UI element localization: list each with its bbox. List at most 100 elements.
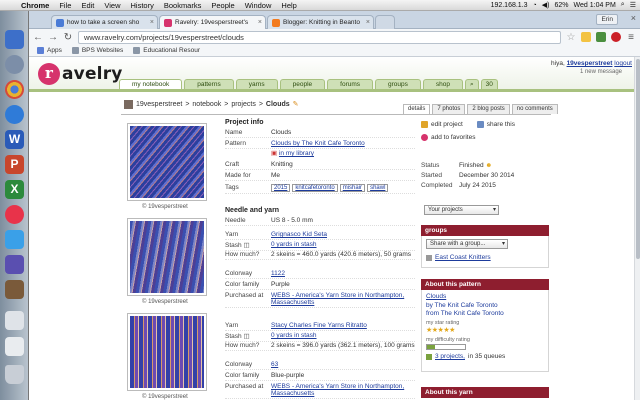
garageband-icon[interactable]: [5, 280, 24, 299]
clock[interactable]: Wed 1:04 PM: [574, 2, 616, 9]
menu-help[interactable]: Help: [276, 1, 301, 10]
volume-icon[interactable]: ◀): [542, 1, 550, 9]
bookmark-apps[interactable]: Apps: [37, 47, 62, 54]
back-icon[interactable]: ←: [33, 32, 43, 43]
library-link[interactable]: in my library: [279, 150, 314, 157]
safari-icon[interactable]: [5, 105, 24, 124]
reload-icon[interactable]: ↻: [63, 32, 73, 43]
menu-edit[interactable]: Edit: [76, 1, 99, 10]
project-photo[interactable]: [127, 313, 207, 391]
purchased-row: Purchased at WEBS - America's Yarn Store …: [225, 292, 415, 308]
add-favorites-button[interactable]: add to favorites: [421, 132, 549, 142]
tab-photos[interactable]: 7 photos: [432, 104, 466, 114]
ravelry-logo[interactable]: r: [38, 63, 60, 85]
info-row-tags: Tags 2015 knitcafetoronto mishair shawl: [225, 184, 415, 194]
page-scrollbar[interactable]: [634, 57, 640, 400]
bookmark-star-icon[interactable]: ☆: [566, 32, 576, 43]
address-bar[interactable]: www.ravelry.com/projects/19vesperstreet/…: [78, 30, 561, 44]
close-tab-icon[interactable]: ×: [150, 16, 154, 29]
username-link[interactable]: 19vesperstreet: [567, 60, 613, 67]
launchpad-icon[interactable]: [5, 55, 24, 74]
word-icon[interactable]: W: [5, 130, 24, 149]
project-photo[interactable]: [127, 123, 207, 201]
menu-bookmarks[interactable]: Bookmarks: [159, 1, 207, 10]
stash-link[interactable]: 0 yards in stash: [271, 332, 317, 339]
store-link[interactable]: WEBS - America's Yarn Store in Northampt…: [271, 292, 404, 306]
tab-ravelry[interactable]: Ravelry: 19vesperstreet's ×: [159, 15, 266, 30]
action-label: add to favorites: [431, 133, 476, 141]
colorway-link[interactable]: 63: [271, 361, 278, 368]
excel-icon[interactable]: X: [5, 180, 24, 199]
menu-window[interactable]: Window: [240, 1, 277, 10]
profile-button[interactable]: Erin: [596, 14, 618, 25]
store-link[interactable]: WEBS - America's Yarn Store in Northampt…: [271, 383, 404, 397]
menu-history[interactable]: History: [126, 1, 159, 10]
close-tab-icon[interactable]: ×: [366, 16, 370, 29]
colorway-link[interactable]: 1122: [271, 270, 285, 277]
close-tab-icon[interactable]: ×: [258, 16, 262, 29]
projects-link[interactable]: 3 projects,: [435, 353, 465, 362]
your-projects-select[interactable]: Your projects: [424, 205, 499, 215]
breadcrumb-projects[interactable]: projects: [231, 101, 256, 108]
window-close-icon[interactable]: ×: [631, 13, 636, 23]
messages-link[interactable]: 1 new message: [580, 69, 622, 75]
pattern-source[interactable]: from The Knit Cafe Toronto: [426, 310, 504, 317]
powerpoint-icon[interactable]: P: [5, 155, 24, 174]
extension-icon[interactable]: [581, 32, 591, 42]
difficulty-bar[interactable]: [426, 344, 466, 350]
chrome-icon[interactable]: [5, 80, 24, 99]
tab-details[interactable]: details: [403, 104, 431, 114]
menu-people[interactable]: People: [206, 1, 239, 10]
tag[interactable]: mishair: [339, 184, 366, 192]
yarn-link[interactable]: Grignasco Kid Seta: [271, 231, 327, 238]
tag[interactable]: 2015: [271, 184, 291, 192]
breadcrumb-user[interactable]: 19vesperstreet: [136, 101, 182, 108]
battery-percent[interactable]: 62%: [555, 2, 569, 9]
stash-link[interactable]: 0 yards in stash: [271, 241, 317, 248]
menu-icon[interactable]: ≡: [626, 32, 636, 43]
menu-view[interactable]: View: [99, 1, 125, 10]
tab-blog-posts[interactable]: 2 blog posts: [467, 104, 510, 114]
pattern-link[interactable]: Clouds by The Knit Cafe Toronto: [271, 140, 365, 147]
breadcrumb-notebook[interactable]: notebook: [192, 101, 221, 108]
new-tab-button[interactable]: [375, 15, 395, 29]
bookmark-educational-resources[interactable]: Educational Resour: [133, 47, 200, 54]
tab-screenshot-how-to[interactable]: how to take a screen sho ×: [51, 15, 158, 29]
app-store-icon[interactable]: [5, 230, 24, 249]
itunes-icon[interactable]: [5, 205, 24, 224]
pattern-name-link[interactable]: Clouds: [426, 293, 446, 300]
notifications-icon[interactable]: ☰: [630, 1, 636, 9]
pinterest-icon[interactable]: [611, 32, 621, 42]
pattern-author[interactable]: by The Knit Cafe Toronto: [426, 302, 498, 309]
share-group-select[interactable]: Share with a group...: [426, 239, 508, 249]
logout-link[interactable]: logout: [614, 60, 632, 67]
share-button[interactable]: share this: [476, 119, 515, 129]
tag[interactable]: shawl: [367, 184, 389, 192]
finder-icon[interactable]: [5, 30, 24, 49]
ravelry-logo-text[interactable]: avelry: [62, 64, 123, 84]
extension-icon[interactable]: [596, 32, 606, 42]
ibooks-icon[interactable]: [5, 255, 24, 274]
pencil-icon[interactable]: ✎: [293, 100, 299, 108]
wifi-icon[interactable]: ◔: [533, 2, 537, 9]
group-link[interactable]: East Coast Knitters: [435, 254, 491, 261]
forward-icon[interactable]: →: [48, 32, 58, 43]
tab-blogger[interactable]: Blogger: Knitting in Beanto ×: [267, 15, 374, 29]
yarn-link[interactable]: Stacy Charles Fine Yarns Ritratto: [271, 322, 367, 329]
trash-icon[interactable]: [5, 365, 24, 384]
document-icon[interactable]: [5, 311, 24, 330]
menu-chrome[interactable]: Chrome: [16, 1, 54, 10]
downloads-icon[interactable]: [5, 337, 24, 356]
tab-comments[interactable]: no comments: [511, 104, 558, 114]
scroll-thumb[interactable]: [636, 59, 640, 259]
star-rating[interactable]: ★★★★★: [426, 327, 544, 336]
avatar[interactable]: [124, 99, 133, 109]
row-label: Tags: [225, 184, 239, 191]
bookmark-bps-websites[interactable]: BPS Websites: [71, 47, 123, 54]
menu-file[interactable]: File: [54, 1, 76, 10]
edit-project-button[interactable]: edit project: [421, 119, 463, 129]
row-value: Clouds by The Knit Cafe Toronto: [271, 140, 415, 147]
project-photo[interactable]: [127, 218, 207, 296]
spotlight-icon[interactable]: ⌕: [621, 1, 625, 9]
tag[interactable]: knitcafetoronto: [292, 184, 338, 192]
